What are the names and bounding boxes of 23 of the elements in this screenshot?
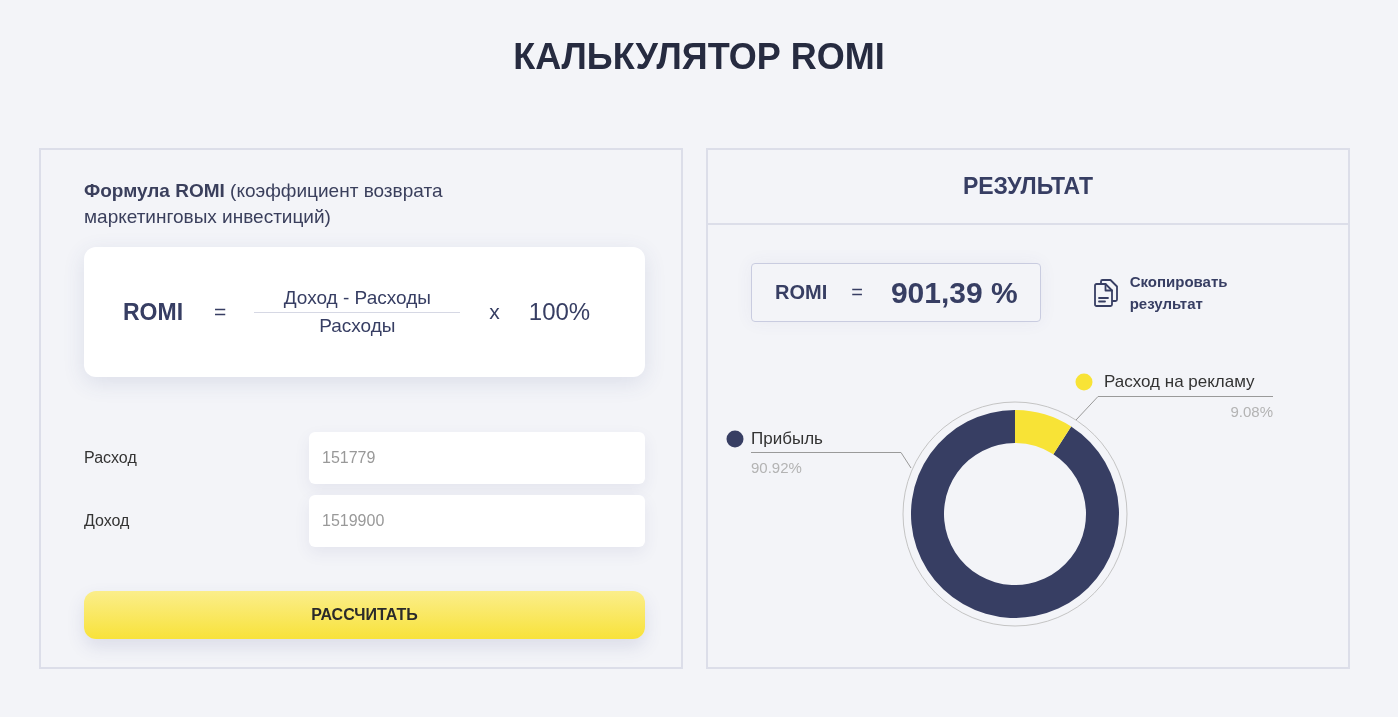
equals-sign: =: [214, 300, 227, 324]
legend-value: 90.92%: [751, 459, 802, 477]
copy-icon: [1093, 278, 1118, 307]
calculate-button[interactable]: РАССЧИТАТЬ: [84, 591, 645, 639]
equals-sign: =: [851, 281, 863, 304]
romi-value: 901,39 %: [890, 275, 1018, 310]
formula-denominator: Расходы: [319, 314, 396, 338]
legend-value: 9.08%: [1230, 403, 1273, 421]
field-label: Расход: [84, 449, 138, 467]
multiply-sign: x: [489, 300, 500, 324]
formula-lhs: ROMI: [123, 298, 184, 326]
input-field[interactable]: 1519900: [309, 495, 645, 547]
copy-result-button[interactable]: Скопировать результат: [1093, 270, 1255, 315]
formula-multiplier: 100%: [528, 298, 591, 326]
formula-numerator: Доход - Расходы: [283, 286, 431, 310]
legend-label: Прибыль: [751, 429, 823, 449]
input-field[interactable]: 151779: [309, 432, 645, 484]
legend-label: Расход на рекламу: [1104, 372, 1255, 392]
panel-title: РЕЗУЛЬТАТ: [962, 173, 1094, 200]
page-title: КАЛЬКУЛЯТОР ROMI: [512, 36, 886, 78]
field-label: Доход: [84, 512, 131, 530]
romi-label: ROMI: [775, 281, 828, 304]
formula-description: Формула ROMI (коэффициент возврата маркетинговых инвестиций): [84, 179, 444, 229]
